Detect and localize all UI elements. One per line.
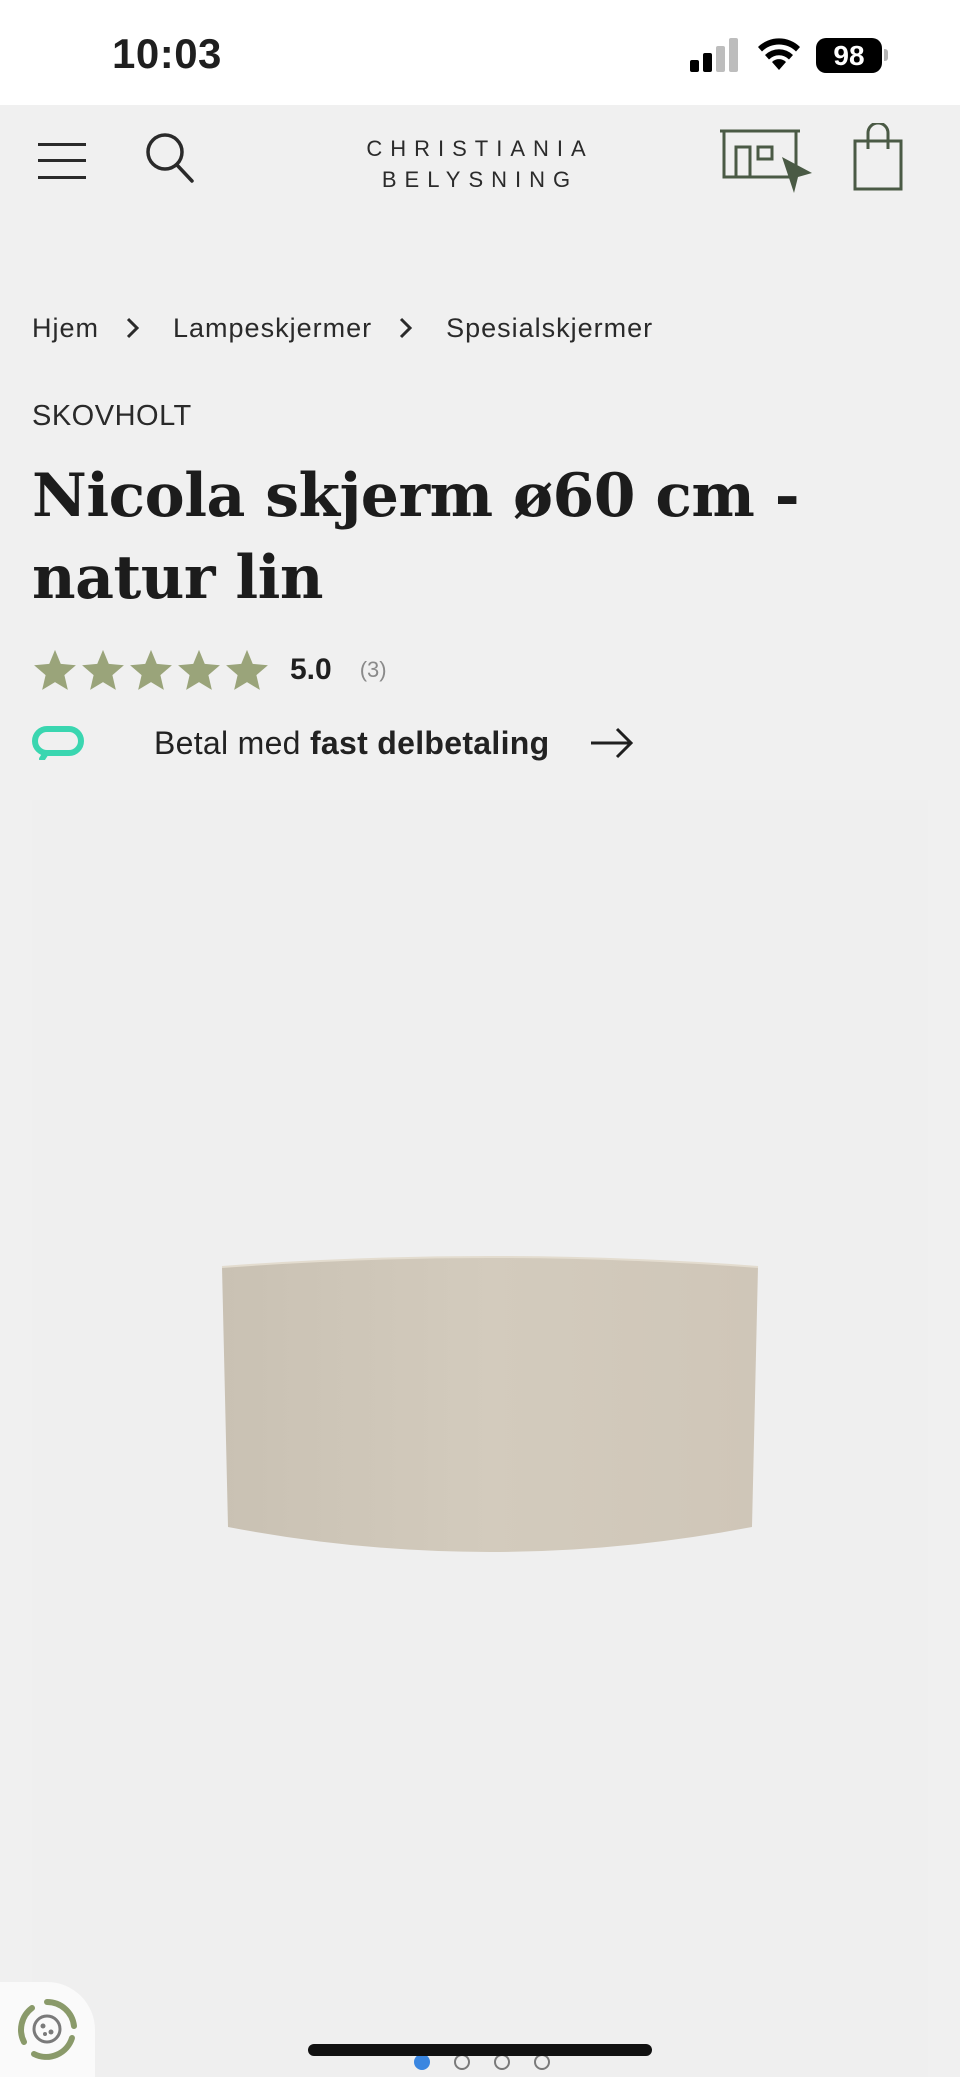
installment-text: Betal med fast delbetaling — [154, 725, 549, 762]
pagination-dot[interactable] — [534, 2054, 550, 2070]
star-icon — [226, 649, 268, 690]
shopping-bag-icon[interactable] — [852, 123, 904, 193]
site-header: CHRISTIANIA BELYSNING — [0, 105, 960, 215]
chevron-right-icon — [126, 317, 140, 339]
rating-stars — [32, 647, 270, 693]
payment-provider-logo-icon — [32, 726, 84, 760]
installment-text-prefix: Betal med — [154, 724, 310, 761]
hamburger-menu-icon[interactable] — [38, 141, 86, 181]
lampshade-image — [221, 1256, 759, 1552]
store-locator-icon[interactable] — [720, 127, 816, 197]
star-icon — [178, 649, 220, 690]
logo-line-1: CHRISTIANIA — [366, 136, 594, 161]
wifi-icon — [758, 38, 800, 70]
gallery-pagination — [414, 2054, 550, 2070]
product-title: Nicola skjerm ø60 cm - natur lin — [32, 461, 800, 613]
logo-line-2: BELYSNING — [381, 167, 579, 192]
cellular-signal-icon — [690, 38, 738, 72]
arrow-right-icon — [591, 727, 634, 759]
site-logo[interactable]: CHRISTIANIA BELYSNING — [340, 133, 620, 195]
breadcrumb: Hjem Lampeskjermer Spesialskjermer — [32, 308, 653, 348]
battery-tip — [884, 49, 888, 61]
chevron-right-icon — [400, 317, 413, 339]
status-time: 10:03 — [112, 30, 222, 77]
star-icon — [130, 649, 172, 690]
star-icon — [82, 649, 124, 690]
product-brand[interactable]: SKOVHOLT — [32, 400, 192, 433]
search-icon[interactable] — [144, 131, 196, 185]
product-image-gallery[interactable] — [32, 800, 928, 2077]
rating-value: 5.0 — [290, 653, 332, 686]
cookie-icon — [18, 1998, 77, 2060]
status-bar: 10:03 98 — [0, 0, 960, 105]
pagination-dot[interactable] — [414, 2054, 430, 2070]
breadcrumb-home[interactable]: Hjem — [32, 313, 99, 344]
product-rating[interactable]: 5.0 (3) — [32, 645, 387, 695]
cookie-settings-button[interactable] — [0, 1982, 95, 2077]
breadcrumb-lampeskjermer[interactable]: Lampeskjermer — [173, 313, 372, 344]
installment-text-bold: fast delbetaling — [309, 724, 550, 761]
pagination-dot[interactable] — [494, 2054, 510, 2070]
rating-count: (3) — [359, 657, 387, 682]
home-indicator — [308, 2044, 652, 2056]
battery-indicator: 98 — [816, 38, 882, 73]
installment-banner[interactable]: Betal med fast delbetaling — [32, 715, 635, 771]
breadcrumb-spesialskjermer[interactable]: Spesialskjermer — [446, 313, 653, 344]
star-icon — [34, 649, 76, 690]
pagination-dot[interactable] — [454, 2054, 470, 2070]
